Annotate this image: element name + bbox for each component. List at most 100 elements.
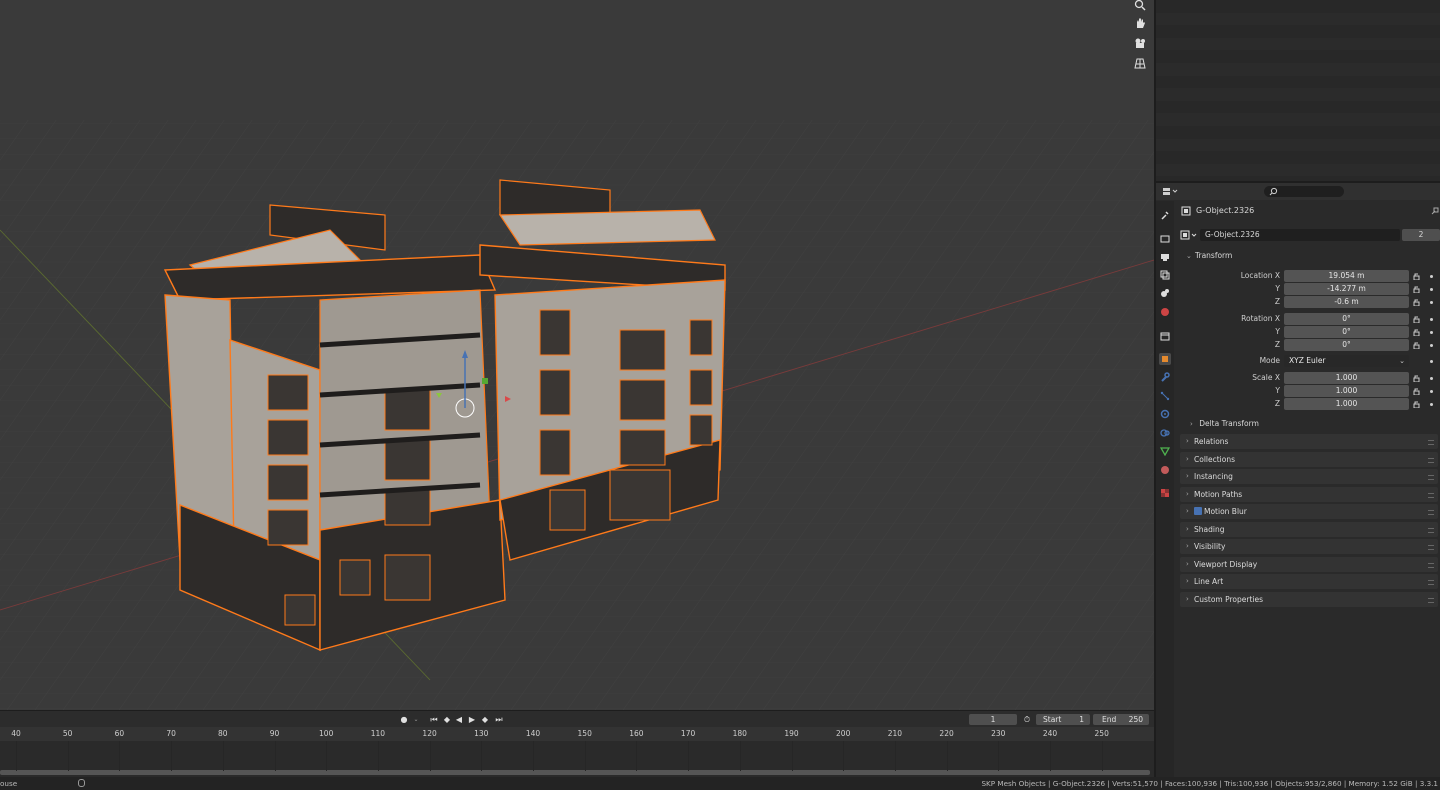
scene-tab-icon[interactable] (1159, 287, 1171, 299)
data-block-browse-icon[interactable] (1180, 229, 1198, 241)
keyframe-dot[interactable] (1430, 301, 1433, 304)
play-reverse-icon[interactable]: ◀ (453, 714, 465, 725)
panel-motion-blur[interactable]: › Motion Blur (1180, 504, 1438, 519)
editor-type-icon[interactable] (1162, 186, 1178, 197)
drag-grip-icon[interactable] (1428, 510, 1434, 515)
tool-tab-icon[interactable] (1159, 209, 1171, 221)
panel-viewport-display[interactable]: › Viewport Display (1180, 557, 1438, 572)
object-properties: G-Object.2326 G-Object.2326 2 ⌄ Transfor… (1178, 201, 1440, 790)
prev-keyframe-icon[interactable]: ◆ (441, 714, 453, 725)
panel-motion-paths[interactable]: › Motion Paths (1180, 487, 1438, 502)
lock-icon[interactable] (1413, 400, 1421, 409)
panel-label: Custom Properties (1194, 595, 1264, 604)
location-x-field[interactable]: 19.054 m (1284, 270, 1409, 282)
lock-icon[interactable] (1413, 328, 1421, 337)
rotation-mode-select[interactable]: XYZ Euler ⌄ (1284, 355, 1409, 367)
panel-custom-properties[interactable]: › Custom Properties (1180, 592, 1438, 607)
mode-label: Mode (1259, 356, 1280, 365)
panel-relations[interactable]: › Relations (1180, 434, 1438, 449)
drag-grip-icon[interactable] (1428, 458, 1434, 463)
keyframe-dot[interactable] (1430, 390, 1433, 393)
ruler-tick-label: 190 (784, 729, 799, 738)
panel-collections[interactable]: › Collections (1180, 452, 1438, 467)
drag-grip-icon[interactable] (1428, 545, 1434, 550)
delta-transform-subpanel[interactable]: › Delta Transform (1190, 418, 1259, 430)
user-count-field[interactable]: 2 (1402, 229, 1440, 241)
keyframe-dot[interactable] (1430, 318, 1433, 321)
record-keyframe-icon[interactable]: ● (398, 714, 410, 725)
keyframe-dot[interactable] (1430, 344, 1433, 347)
output-tab-icon[interactable] (1159, 251, 1171, 263)
keyframe-dot[interactable] (1430, 288, 1433, 291)
next-keyframe-icon[interactable]: ◆ (479, 714, 491, 725)
lock-icon[interactable] (1413, 374, 1421, 383)
3d-viewport[interactable] (0, 0, 1154, 710)
transform-panel-header[interactable]: ⌄ Transform (1180, 249, 1438, 263)
pan-hand-icon[interactable] (1132, 15, 1148, 31)
camera-view-icon[interactable] (1132, 35, 1148, 51)
drag-grip-icon[interactable] (1428, 598, 1434, 603)
current-frame-field[interactable]: 1 (969, 714, 1017, 725)
drag-grip-icon[interactable] (1428, 563, 1434, 568)
jump-end-icon[interactable]: ⏭ (493, 714, 505, 725)
particles-tab-icon[interactable] (1159, 390, 1171, 402)
location-z-field[interactable]: -0.6 m (1284, 296, 1409, 308)
panel-shading[interactable]: › Shading (1180, 522, 1438, 537)
scale-y-field[interactable]: 1.000 (1284, 385, 1409, 397)
keying-dropdown-icon[interactable]: ⌄ (412, 714, 420, 725)
view-layer-tab-icon[interactable] (1159, 269, 1171, 281)
modifier-wrench-icon[interactable] (1159, 371, 1171, 383)
keyframe-dot[interactable] (1430, 331, 1433, 334)
physics-tab-icon[interactable] (1159, 408, 1171, 420)
timeline-ruler[interactable]: 40 50 60 70 80 90 100 110 120 130 140 150 160 170 180 1… (0, 727, 1154, 741)
keyframe-dot[interactable] (1430, 377, 1433, 380)
drag-grip-icon[interactable] (1428, 528, 1434, 533)
panel-visibility[interactable]: › Visibility (1180, 539, 1438, 554)
rotation-y-field[interactable]: 0° (1284, 326, 1409, 338)
render-tab-icon[interactable] (1159, 232, 1171, 244)
texture-tab-icon[interactable] (1159, 487, 1171, 499)
scale-z-field[interactable]: 1.000 (1284, 398, 1409, 410)
jump-start-icon[interactable]: ⏮ (428, 714, 440, 725)
object-name-field[interactable]: G-Object.2326 (1200, 229, 1400, 241)
keyframe-dot[interactable] (1430, 360, 1433, 363)
object-data-mesh-icon[interactable] (1159, 445, 1171, 457)
end-frame-field[interactable]: End 250 (1093, 714, 1149, 725)
location-y-field[interactable]: -14.277 m (1284, 283, 1409, 295)
lock-icon[interactable] (1413, 387, 1421, 396)
rotation-x-field[interactable]: 0° (1284, 313, 1409, 325)
properties-editor[interactable]: G-Object.2326 G-Object.2326 2 ⌄ Transfor… (1156, 183, 1440, 790)
lock-icon[interactable] (1413, 298, 1421, 307)
play-icon[interactable]: ▶ (466, 714, 478, 725)
motion-blur-checkbox[interactable] (1194, 507, 1202, 515)
drag-grip-icon[interactable] (1428, 440, 1434, 445)
drag-grip-icon[interactable] (1428, 475, 1434, 480)
lock-icon[interactable] (1413, 341, 1421, 350)
zoom-icon[interactable] (1132, 0, 1148, 13)
keyframe-dot[interactable] (1430, 275, 1433, 278)
lock-icon[interactable] (1413, 285, 1421, 294)
world-tab-icon[interactable] (1159, 306, 1171, 318)
timeline-scrollbar[interactable] (0, 770, 1150, 775)
keyframe-dot[interactable] (1430, 403, 1433, 406)
lock-icon[interactable] (1413, 272, 1421, 281)
collection-tab-icon[interactable] (1159, 330, 1171, 342)
start-frame-field[interactable]: Start 1 (1036, 714, 1090, 725)
object-tab-icon[interactable] (1159, 353, 1171, 365)
properties-search-input[interactable] (1264, 186, 1344, 197)
constraints-tab-icon[interactable] (1159, 427, 1171, 439)
orthographic-grid-icon[interactable] (1132, 55, 1148, 71)
dropdown-chevron-icon: ⌄ (1399, 357, 1405, 365)
drag-grip-icon[interactable] (1428, 580, 1434, 585)
pin-icon[interactable] (1431, 207, 1439, 215)
outliner-panel[interactable] (1156, 0, 1440, 181)
lock-icon[interactable] (1413, 315, 1421, 324)
stopwatch-icon[interactable]: ⏱ (1021, 714, 1033, 725)
scale-x-field[interactable]: 1.000 (1284, 372, 1409, 384)
material-tab-icon[interactable] (1159, 464, 1171, 476)
drag-grip-icon[interactable] (1428, 493, 1434, 498)
panel-line-art[interactable]: › Line Art (1180, 574, 1438, 589)
panel-instancing[interactable]: › Instancing (1180, 469, 1438, 484)
viewport-scene (0, 120, 1154, 710)
rotation-z-field[interactable]: 0° (1284, 339, 1409, 351)
